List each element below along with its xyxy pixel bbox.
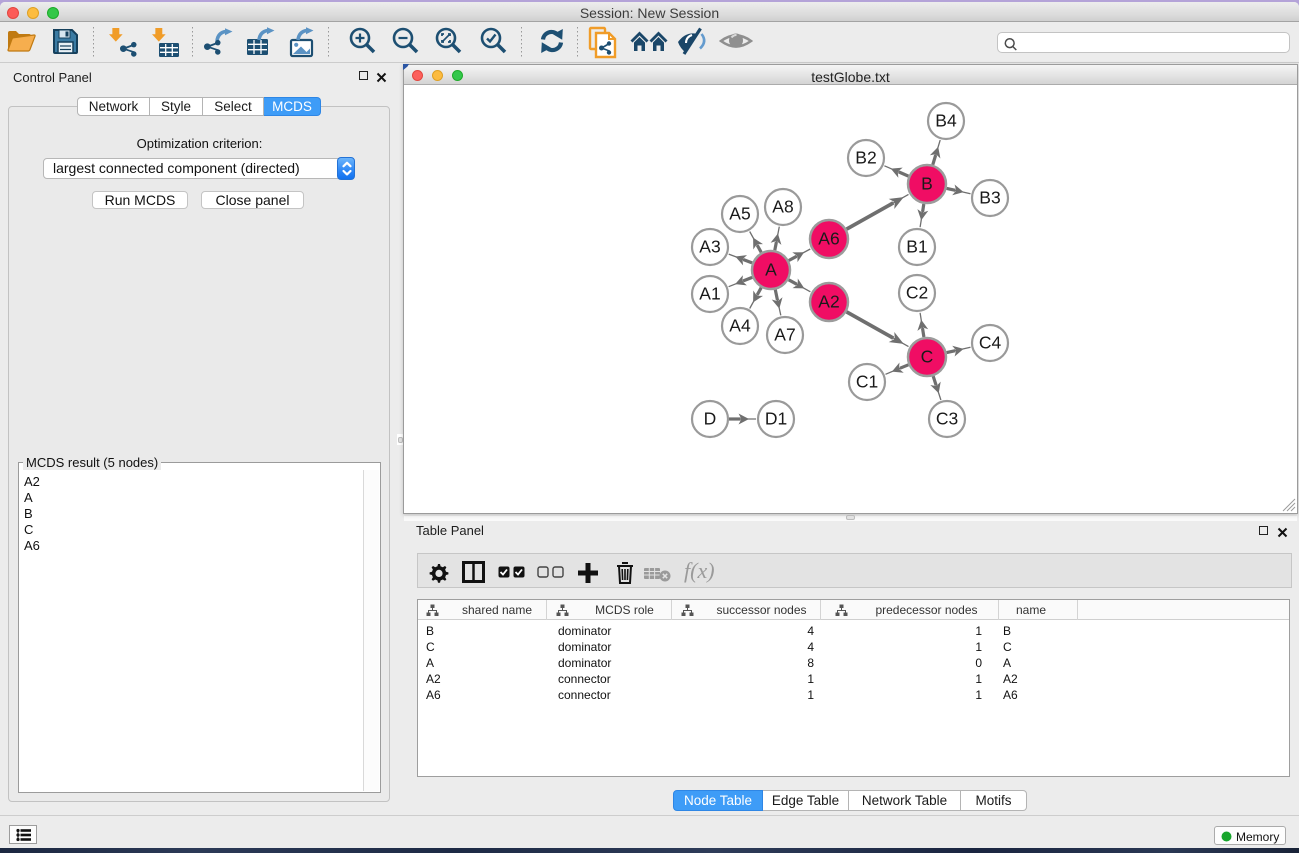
svg-text:D: D <box>704 409 717 429</box>
svg-text:C2: C2 <box>906 283 928 303</box>
svg-text:A8: A8 <box>772 197 793 217</box>
svg-text:B3: B3 <box>979 188 1000 208</box>
svg-text:C4: C4 <box>979 333 1002 353</box>
svg-text:A1: A1 <box>699 284 720 304</box>
svg-text:B: B <box>921 174 933 194</box>
svg-text:A: A <box>765 260 777 280</box>
svg-text:D1: D1 <box>765 409 787 429</box>
svg-text:B1: B1 <box>906 237 927 257</box>
svg-text:A7: A7 <box>774 325 795 345</box>
svg-text:A2: A2 <box>818 292 839 312</box>
svg-text:A6: A6 <box>818 229 839 249</box>
svg-text:C: C <box>921 347 934 367</box>
svg-text:C3: C3 <box>936 409 958 429</box>
svg-text:B2: B2 <box>855 148 876 168</box>
svg-text:A3: A3 <box>699 237 720 257</box>
svg-text:C1: C1 <box>856 372 878 392</box>
svg-text:B4: B4 <box>935 111 957 131</box>
svg-text:A4: A4 <box>729 316 751 336</box>
svg-text:A5: A5 <box>729 204 750 224</box>
